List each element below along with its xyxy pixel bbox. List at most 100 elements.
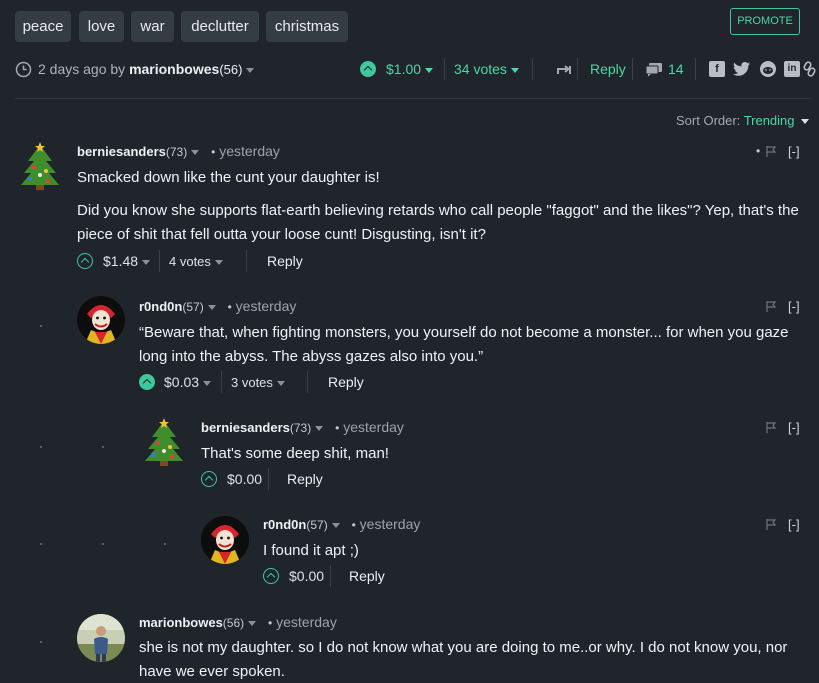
comment-time[interactable]: yesterday bbox=[343, 419, 404, 435]
tag-peace[interactable]: peace bbox=[15, 11, 71, 42]
post-time: 2 days ago by bbox=[38, 61, 126, 77]
post-votes-count: 34 votes bbox=[454, 61, 507, 77]
collapse-toggle[interactable]: [-] bbox=[788, 299, 800, 314]
resteem-icon[interactable] bbox=[556, 63, 572, 77]
chevron-down-icon[interactable] bbox=[191, 149, 200, 155]
christmas-tree-avatar[interactable] bbox=[142, 417, 186, 467]
comment-payout[interactable]: $0.00 bbox=[289, 568, 324, 584]
comment-time[interactable]: yesterday bbox=[219, 143, 280, 159]
sort-label: Sort Order: bbox=[676, 113, 741, 128]
comment-header: berniesanders(73) • yesterday bbox=[201, 419, 404, 435]
link-icon[interactable] bbox=[803, 61, 817, 77]
facebook-icon[interactable]: f bbox=[709, 61, 725, 77]
comment-body-line: she is not my daughter. so I do not know… bbox=[139, 639, 788, 656]
chevron-down-icon bbox=[214, 260, 223, 266]
comment-header: marionbowes(56) • yesterday bbox=[139, 614, 337, 630]
comment-payout[interactable]: $0.00 bbox=[227, 471, 262, 487]
dot-separator: • bbox=[227, 300, 232, 314]
comment-author-rep: (57) bbox=[306, 518, 328, 532]
comment-body: That's some deep shit, man! bbox=[201, 445, 389, 462]
collapse-toggle[interactable]: [-] bbox=[788, 517, 800, 532]
comment-time[interactable]: yesterday bbox=[236, 298, 297, 314]
post-byline: 2 days ago by marionbowes(56) bbox=[38, 61, 255, 77]
post-reply-link[interactable]: Reply bbox=[590, 61, 626, 77]
upvote-icon[interactable] bbox=[139, 374, 155, 390]
reddit-icon[interactable] bbox=[759, 60, 777, 78]
tag-declutter[interactable]: declutter bbox=[181, 11, 259, 42]
linkedin-icon[interactable]: in bbox=[784, 61, 800, 77]
comment-icon[interactable] bbox=[645, 62, 663, 77]
comment-time[interactable]: yesterday bbox=[276, 614, 337, 630]
votes-count: 4 votes bbox=[169, 254, 211, 269]
reply-link[interactable]: Reply bbox=[328, 374, 364, 390]
chevron-down-icon bbox=[276, 381, 285, 387]
post-votes[interactable]: 34 votes bbox=[454, 61, 519, 77]
comment-header: r0nd0n(57) • yesterday bbox=[263, 516, 420, 532]
post-author-rep: (56) bbox=[219, 62, 243, 77]
comment-body-line: Did you know she supports flat-earth bel… bbox=[77, 202, 799, 219]
comment-payout[interactable]: $0.03 bbox=[164, 374, 212, 390]
user-photo-avatar[interactable] bbox=[77, 614, 125, 662]
flag-icon[interactable] bbox=[766, 519, 776, 530]
collapse-toggle[interactable]: [-] bbox=[788, 144, 800, 159]
comment-header: r0nd0n(57) • yesterday bbox=[139, 298, 296, 314]
sort-value: Trending bbox=[743, 113, 795, 128]
sort-order[interactable]: Sort Order: Trending bbox=[676, 113, 809, 128]
flag-icon[interactable] bbox=[766, 422, 776, 433]
dot-separator: • bbox=[351, 518, 356, 532]
reply-link[interactable]: Reply bbox=[287, 471, 323, 487]
tag-love[interactable]: love bbox=[79, 11, 124, 42]
chevron-down-icon[interactable] bbox=[207, 304, 216, 310]
reply-link[interactable]: Reply bbox=[267, 253, 303, 269]
comment-author[interactable]: berniesanders bbox=[77, 144, 166, 159]
promote-button[interactable]: PROMOTE bbox=[730, 8, 800, 35]
chevron-down-icon[interactable] bbox=[315, 425, 324, 431]
comment-author[interactable]: marionbowes bbox=[139, 615, 223, 630]
reply-link[interactable]: Reply bbox=[349, 568, 385, 584]
chevron-down-icon bbox=[203, 380, 212, 386]
comment-payout[interactable]: $1.48 bbox=[103, 253, 151, 269]
chevron-down-icon[interactable] bbox=[331, 522, 340, 528]
post-upvote-icon[interactable] bbox=[360, 61, 376, 77]
votes-count: 3 votes bbox=[231, 375, 273, 390]
flag-icon[interactable] bbox=[766, 301, 776, 312]
comment-author-rep: (73) bbox=[165, 145, 188, 159]
clown-avatar[interactable] bbox=[77, 296, 125, 344]
comment-author-rep: (57) bbox=[182, 300, 204, 314]
payout-value: $0.03 bbox=[164, 374, 200, 390]
flag-icon[interactable] bbox=[766, 146, 776, 157]
christmas-tree-avatar[interactable] bbox=[18, 141, 62, 191]
comment-time[interactable]: yesterday bbox=[360, 516, 421, 532]
chevron-down-icon[interactable] bbox=[246, 67, 255, 73]
post-author-link[interactable]: marionbowes bbox=[129, 61, 219, 77]
comment-author[interactable]: r0nd0n bbox=[139, 299, 182, 314]
comment-author[interactable]: berniesanders bbox=[201, 420, 290, 435]
upvote-icon[interactable] bbox=[263, 568, 279, 584]
chevron-down-icon bbox=[425, 67, 434, 73]
comment-votes[interactable]: 4 votes bbox=[169, 254, 223, 269]
comment-body-line: “Beware that, when fighting monsters, yo… bbox=[139, 324, 789, 341]
payout-value: $1.48 bbox=[103, 253, 139, 269]
chevron-down-icon[interactable] bbox=[248, 620, 257, 626]
comment-header: berniesanders(73) • yesterday bbox=[77, 143, 280, 159]
comment-author-rep: (73) bbox=[289, 421, 312, 435]
post-comment-count[interactable]: 14 bbox=[668, 61, 684, 77]
twitter-icon[interactable] bbox=[733, 61, 751, 77]
tag-war[interactable]: war bbox=[131, 11, 174, 42]
upvote-icon[interactable] bbox=[77, 253, 93, 269]
collapse-toggle[interactable]: [-] bbox=[788, 420, 800, 435]
post-payout[interactable]: $1.00 bbox=[386, 61, 434, 77]
dot-separator: • bbox=[268, 616, 273, 630]
chevron-down-icon bbox=[142, 259, 151, 265]
post-payout-value: $1.00 bbox=[386, 61, 422, 77]
comment-body: I found it apt ;) bbox=[263, 542, 359, 559]
comment-body-line: have we ever spoken. bbox=[139, 663, 285, 680]
chevron-down-icon bbox=[510, 67, 519, 73]
clown-avatar[interactable] bbox=[201, 516, 249, 564]
tag-christmas[interactable]: christmas bbox=[266, 11, 348, 42]
comment-author-rep: (56) bbox=[222, 616, 245, 630]
comment-votes[interactable]: 3 votes bbox=[231, 375, 285, 390]
dot-separator: • bbox=[335, 421, 340, 435]
upvote-icon[interactable] bbox=[201, 471, 217, 487]
comment-author[interactable]: r0nd0n bbox=[263, 517, 306, 532]
